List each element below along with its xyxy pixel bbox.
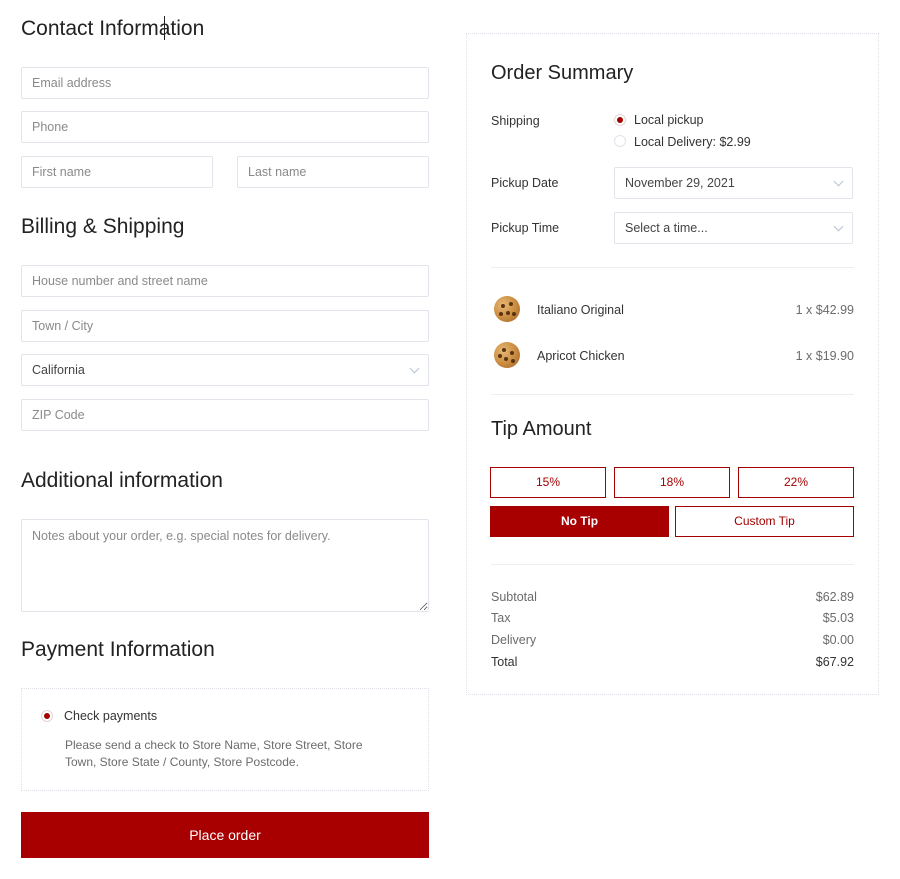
local-pickup-radio[interactable] [614,114,626,126]
custom-tip-button[interactable]: Custom Tip [675,506,854,537]
tip-divider [491,564,854,565]
order-notes-field[interactable] [21,519,429,612]
first-name-field[interactable] [21,156,213,188]
tip-15-button[interactable]: 15% [490,467,606,498]
total-value: $67.92 [815,655,854,669]
item-name: Italiano Original [537,303,624,317]
place-order-button[interactable]: Place order [21,812,429,858]
pickup-date-label: Pickup Date [491,176,559,190]
city-field[interactable] [21,310,429,342]
tax-value: $5.03 [822,611,854,625]
subtotal-value: $62.89 [815,590,854,604]
item-qty-price: 1 x $19.90 [795,349,854,363]
check-payments-label[interactable]: Check payments [64,709,157,723]
billing-title: Billing & Shipping [21,215,185,238]
additional-title: Additional information [21,469,223,492]
total-label: Total [491,655,518,669]
pickup-time-label: Pickup Time [491,221,560,235]
pickup-time-select[interactable]: Select a time... [614,212,853,244]
check-payments-description: Please send a check to Store Name, Store… [65,738,363,769]
items-divider [491,394,854,395]
check-payments-radio[interactable] [41,710,53,722]
payment-methods-box: Check payments Please send a check to St… [21,688,429,791]
tip-22-button[interactable]: 22% [738,467,854,498]
pickup-date-select[interactable]: November 29, 2021 [614,167,853,199]
subtotal-label: Subtotal [491,590,537,604]
state-select-value: California [32,363,85,377]
last-name-field[interactable] [237,156,429,188]
contact-title: Contact Information [21,17,205,40]
tip-18-button[interactable]: 18% [614,467,730,498]
local-pickup-label[interactable]: Local pickup [634,113,704,127]
shipping-label: Shipping [491,114,540,128]
chevron-down-icon [833,176,844,187]
phone-field[interactable] [21,111,429,143]
item-qty-price: 1 x $42.99 [795,303,854,317]
order-summary-title: Order Summary [491,62,634,84]
chevron-down-icon [409,363,420,374]
local-delivery-label[interactable]: Local Delivery: $2.99 [634,135,751,149]
delivery-value: $0.00 [822,633,854,647]
payment-title: Payment Information [21,638,215,661]
tax-label: Tax [491,611,511,625]
tip-amount-title: Tip Amount [491,418,592,440]
zip-field[interactable] [21,399,429,431]
local-delivery-radio[interactable] [614,135,626,147]
pickup-time-value: Select a time... [625,221,708,235]
email-field[interactable] [21,67,429,99]
item-name: Apricot Chicken [537,349,625,363]
delivery-label: Delivery [491,633,537,647]
cookie-icon [494,342,520,368]
cookie-icon [494,296,520,322]
pickup-date-value: November 29, 2021 [625,176,735,190]
state-select[interactable]: California [21,354,429,386]
street-field[interactable] [21,265,429,297]
summary-divider [491,267,854,268]
no-tip-button[interactable]: No Tip [490,506,669,537]
chevron-down-icon [833,221,844,232]
text-cursor [164,16,165,40]
